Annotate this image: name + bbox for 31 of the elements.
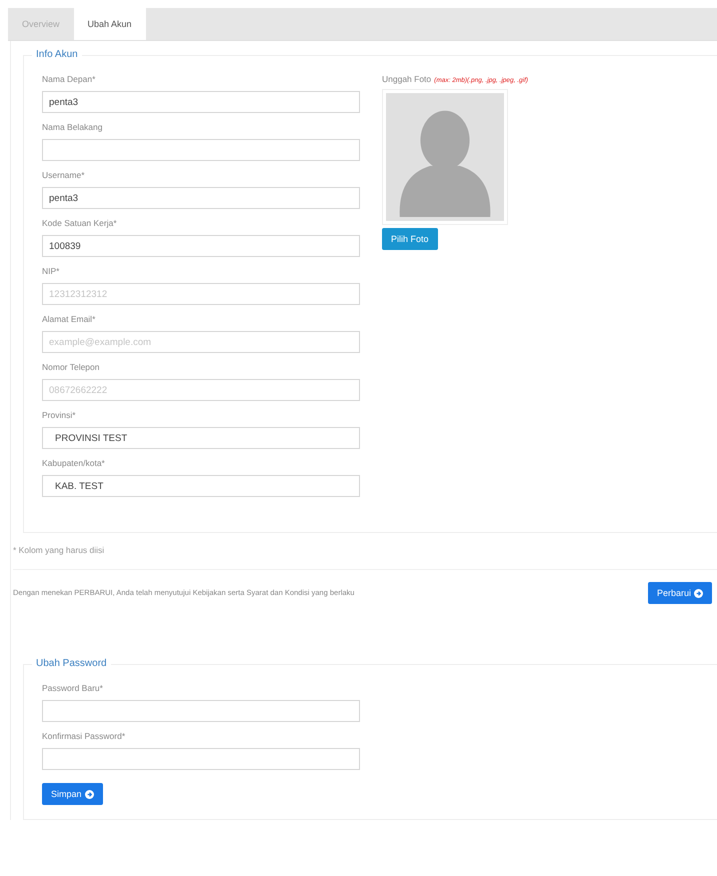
input-field[interactable]: penta3: [42, 187, 360, 209]
save-button[interactable]: Simpan: [42, 783, 103, 805]
input-field[interactable]: [42, 748, 360, 770]
field-label: Nomor Telepon: [42, 362, 100, 373]
field-label: Alamat Email*: [42, 314, 96, 325]
field-label: Nama Depan*: [42, 74, 96, 85]
field-label: Password Baru*: [42, 683, 104, 694]
input-field[interactable]: 12312312312: [42, 283, 360, 305]
field-label: Username*: [42, 170, 86, 181]
input-field[interactable]: [42, 700, 360, 722]
input-field[interactable]: 100839: [42, 235, 360, 257]
field-label: Unggah Foto: [382, 74, 432, 85]
field-label: Kode Satuan Kerja*: [42, 218, 118, 229]
input-field[interactable]: example@example.com: [42, 331, 360, 353]
tab[interactable]: Ubah Akun: [74, 8, 146, 40]
input-field[interactable]: [42, 139, 360, 161]
field-label: Konfirmasi Password*: [42, 731, 126, 742]
required-note: * Kolom yang harus diisi: [13, 533, 717, 570]
arrow-circle-icon: [694, 588, 703, 598]
field-label: NIP*: [42, 266, 60, 277]
input-field[interactable]: PROVINSI TEST: [42, 427, 360, 449]
input-field[interactable]: KAB. TEST: [42, 475, 360, 497]
update-button[interactable]: Perbarui: [648, 582, 712, 604]
input-field[interactable]: 08672662222: [42, 379, 360, 401]
section-title: Info Akun: [32, 49, 82, 60]
arrow-circle-icon: [84, 790, 94, 798]
input-field[interactable]: penta3: [42, 91, 360, 113]
section-title: Ubah Password: [32, 658, 111, 669]
field-label: Nama Belakang: [42, 122, 104, 133]
field-label: Kabupaten/kota*: [42, 458, 106, 469]
field-label: Provinsi*: [42, 410, 77, 421]
